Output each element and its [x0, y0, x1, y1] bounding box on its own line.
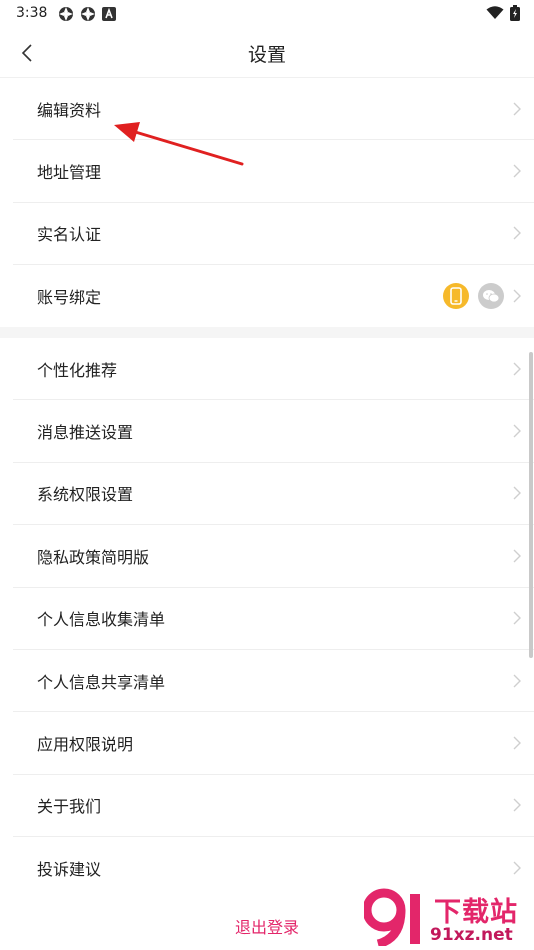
chevron-right-icon [513, 736, 521, 750]
chevron-right-icon [513, 226, 521, 240]
app-notification-icon [81, 7, 95, 21]
wechat-icon [478, 283, 504, 310]
a-notification-icon [102, 7, 116, 21]
chevron-right-icon [513, 486, 521, 500]
chevron-right-icon [513, 674, 521, 688]
app-notification-icon [59, 7, 73, 21]
chevron-right-icon [513, 289, 521, 303]
chevron-right-icon [513, 102, 521, 116]
settings-item-label: 隐私政策简明版 [37, 547, 150, 567]
settings-item-label: 账号绑定 [37, 288, 102, 308]
settings-item-privacy-brief[interactable]: 隐私政策简明版 [13, 525, 534, 588]
chevron-right-icon [513, 611, 521, 625]
settings-item-system-permissions[interactable]: 系统权限设置 [13, 463, 534, 526]
settings-item-label: 个人信息收集清单 [37, 610, 166, 630]
scrollbar[interactable] [529, 352, 533, 658]
settings-item-personalized-recommend[interactable]: 个性化推荐 [13, 338, 534, 401]
settings-item-label: 应用权限说明 [37, 735, 134, 755]
status-bar: 3:38 [0, 0, 534, 28]
watermark-logo-icon [364, 888, 420, 946]
settings-item-app-permissions[interactable]: 应用权限说明 [13, 712, 534, 775]
settings-item-address[interactable]: 地址管理 [13, 140, 534, 203]
chevron-right-icon [513, 362, 521, 376]
settings-item-label: 消息推送设置 [37, 423, 134, 443]
settings-item-label: 投诉建议 [37, 860, 102, 880]
watermark-text: 下载站 [434, 897, 518, 928]
binding-icons [443, 283, 504, 310]
settings-item-label: 个性化推荐 [37, 360, 118, 380]
settings-item-label: 系统权限设置 [37, 485, 134, 505]
status-notification-icons [58, 6, 116, 22]
settings-item-label: 关于我们 [37, 797, 102, 817]
watermark: 下载站 91xz.net [364, 888, 532, 948]
settings-item-label: 实名认证 [37, 225, 102, 245]
chevron-right-icon [513, 164, 521, 178]
page-title: 设置 [247, 44, 286, 66]
nav-bar: 设置 [0, 28, 534, 78]
settings-item-push-notifications[interactable]: 消息推送设置 [13, 400, 534, 463]
settings-item-label: 个人信息共享清单 [37, 672, 166, 692]
chevron-right-icon [513, 549, 521, 563]
settings-group-general: 个性化推荐 消息推送设置 系统权限设置 隐私政策简明版 个人信息收集清单 个人信… [0, 338, 534, 900]
watermark-url: 91xz.net [430, 925, 513, 945]
settings-item-about-us[interactable]: 关于我们 [13, 775, 534, 838]
settings-item-account-binding[interactable]: 账号绑定 [13, 265, 534, 327]
settings-group-account: 编辑资料 地址管理 实名认证 账号绑定 [0, 78, 534, 328]
settings-item-label: 地址管理 [37, 163, 102, 183]
settings-item-info-collection[interactable]: 个人信息收集清单 [13, 588, 534, 650]
status-time: 3:38 [16, 5, 48, 21]
settings-item-label: 编辑资料 [37, 100, 102, 120]
chevron-right-icon [513, 861, 521, 875]
settings-item-info-sharing[interactable]: 个人信息共享清单 [13, 650, 534, 713]
status-system-icons [486, 5, 520, 21]
phone-icon [443, 283, 469, 310]
settings-item-edit-profile[interactable]: 编辑资料 [13, 78, 534, 141]
wifi-icon [486, 6, 504, 19]
settings-item-real-name[interactable]: 实名认证 [13, 203, 534, 266]
chevron-right-icon [513, 798, 521, 812]
section-divider [0, 327, 534, 338]
battery-icon [510, 5, 520, 21]
chevron-right-icon [513, 424, 521, 438]
